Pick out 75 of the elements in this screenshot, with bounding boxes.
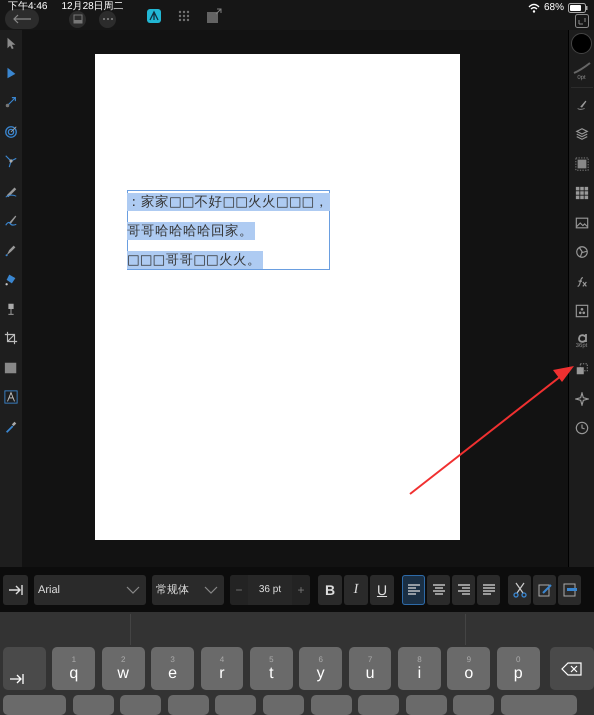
- insert-button[interactable]: [558, 574, 581, 604]
- tab-key[interactable]: [3, 647, 46, 690]
- text-frame-icon: [562, 582, 578, 598]
- chevron-down-icon: [204, 586, 218, 594]
- justify-icon: [480, 582, 496, 598]
- keyboard-key[interactable]: 5 t: [250, 647, 293, 690]
- corner-icon[interactable]: [4, 95, 18, 109]
- target-icon[interactable]: [4, 124, 18, 138]
- dropper-icon[interactable]: [4, 420, 18, 434]
- clock-icon[interactable]: [574, 421, 588, 435]
- arrow-icon: [12, 14, 32, 24]
- keyboard-key[interactable]: 7 u: [348, 647, 392, 690]
- keyboard-key[interactable]: 4 r: [200, 647, 244, 690]
- constraints-icon[interactable]: [574, 304, 588, 318]
- fill-icon[interactable]: [4, 272, 18, 286]
- backspace-icon: [561, 662, 584, 676]
- status-time: 下午4:46: [8, 1, 48, 13]
- italic-button[interactable]: I: [344, 574, 368, 604]
- more-button[interactable]: [99, 10, 116, 28]
- rectangle-icon[interactable]: [4, 360, 18, 374]
- battery-level: 68%: [544, 2, 564, 14]
- keyboard-key[interactable]: 1 q: [52, 647, 96, 690]
- edit-button[interactable]: [533, 574, 556, 604]
- tab-arrow-icon: [9, 674, 25, 684]
- designer-persona-icon[interactable]: [146, 8, 162, 24]
- align-left-icon: [406, 582, 422, 598]
- pencil-icon: [536, 582, 552, 598]
- keyboard-key[interactable]: 3 e: [151, 647, 194, 690]
- delete-key[interactable]: [550, 647, 594, 690]
- keyboard-key[interactable]: 0 p: [496, 647, 540, 690]
- fx-icon[interactable]: [574, 274, 588, 288]
- stroke-icon[interactable]: [572, 62, 590, 74]
- dotted-square-icon[interactable]: [574, 156, 588, 170]
- document-button[interactable]: [69, 10, 86, 28]
- status-date: 12月28日周二: [61, 1, 124, 13]
- font-size-field[interactable]: 36 pt: [248, 574, 292, 604]
- compass-icon[interactable]: [574, 392, 588, 406]
- wifi-icon: [528, 3, 540, 13]
- align-center-button[interactable]: [427, 574, 450, 604]
- aperture-icon[interactable]: [574, 245, 588, 259]
- battery-icon: [568, 3, 588, 13]
- align-left-button[interactable]: [402, 574, 425, 604]
- transform-icon[interactable]: [574, 362, 588, 376]
- grid-icon[interactable]: [574, 186, 588, 200]
- artistic-text-icon[interactable]: [4, 390, 18, 404]
- cut-button[interactable]: [508, 574, 531, 604]
- align-right-icon: [456, 582, 472, 598]
- underline-button[interactable]: U: [370, 574, 394, 604]
- bold-button[interactable]: B: [318, 574, 342, 604]
- back-button[interactable]: [5, 9, 39, 29]
- tab-button[interactable]: [3, 574, 28, 604]
- keyboard-key[interactable]: 8 i: [398, 647, 441, 690]
- document-icon: [72, 14, 82, 24]
- keyboard-key[interactable]: 2 w: [102, 647, 145, 690]
- pen-icon[interactable]: [4, 242, 18, 256]
- layers-icon[interactable]: [574, 127, 588, 141]
- align-right-button[interactable]: [452, 574, 475, 604]
- ellipsis-icon: [102, 17, 114, 21]
- keyboard-key[interactable]: 9 o: [447, 647, 490, 690]
- font-dropdown[interactable]: Arial: [34, 574, 146, 604]
- crop-icon[interactable]: [4, 331, 18, 345]
- font-style-dropdown[interactable]: 常规体: [152, 574, 224, 604]
- image-icon[interactable]: [574, 216, 588, 230]
- scissors-icon: [512, 582, 528, 598]
- fill-color-well[interactable]: [571, 33, 592, 54]
- resize-icon[interactable]: [575, 14, 589, 28]
- export-persona-icon[interactable]: [206, 8, 222, 24]
- align-center-icon: [430, 582, 446, 598]
- chevron-down-icon: [126, 586, 140, 594]
- justify-button[interactable]: [477, 574, 500, 604]
- pixel-grid-icon[interactable]: [176, 8, 192, 24]
- tab-arrow-icon: [8, 584, 24, 596]
- keyboard-key[interactable]: 6 y: [299, 647, 342, 690]
- transform-icon[interactable]: [4, 154, 18, 168]
- brush-icon[interactable]: [4, 213, 18, 227]
